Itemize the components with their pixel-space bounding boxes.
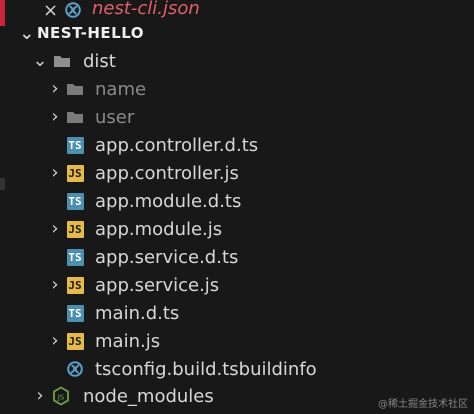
chevron-down-icon: ⌄: [32, 50, 48, 71]
tree-file-app-controller-js[interactable]: › JS app.controller.js: [0, 159, 474, 187]
open-editor-item[interactable]: × nest-cli.json: [0, 0, 474, 22]
file-label: app.service.d.ts: [95, 246, 239, 268]
json-icon: [65, 359, 85, 379]
tree-file-app-module-dts[interactable]: TS app.module.d.ts: [0, 187, 474, 215]
tree-file-app-service-dts[interactable]: TS app.service.d.ts: [0, 243, 474, 271]
ts-badge: TS: [66, 248, 84, 266]
js-badge: JS: [66, 332, 84, 350]
chevron-right-icon: ›: [51, 78, 59, 99]
file-label: app.service.js: [95, 274, 220, 296]
javascript-icon: JS: [65, 219, 85, 239]
tree-folder-user[interactable]: › user: [0, 103, 474, 131]
tree-file-main-dts[interactable]: TS main.d.ts: [0, 299, 474, 327]
chevron-right-icon: ›: [51, 218, 59, 239]
folder-icon: [65, 107, 85, 127]
open-editor-label: nest-cli.json: [92, 0, 200, 19]
tree-file-tsbuildinfo[interactable]: tsconfig.build.tsbuildinfo: [0, 355, 474, 383]
chevron-right-icon: ›: [51, 330, 59, 351]
file-label: app.controller.js: [95, 162, 239, 184]
typescript-icon: TS: [65, 303, 85, 323]
folder-open-icon: [52, 51, 72, 71]
explorer-panel: × nest-cli.json ⌄ NEST-HELLO ⌄ dist › na…: [0, 0, 474, 414]
typescript-icon: TS: [65, 191, 85, 211]
chevron-down-icon: ⌄: [19, 23, 35, 44]
javascript-icon: JS: [65, 163, 85, 183]
close-icon[interactable]: ×: [43, 0, 58, 21]
folder-label: user: [95, 106, 135, 128]
svg-text:JS: JS: [57, 394, 65, 402]
tree-folder-name[interactable]: › name: [0, 75, 474, 103]
ts-badge: TS: [66, 136, 84, 154]
project-title: NEST-HELLO: [37, 24, 144, 42]
file-label: tsconfig.build.tsbuildinfo: [95, 358, 317, 380]
chevron-right-icon: ›: [51, 162, 59, 183]
tree-file-app-service-js[interactable]: › JS app.service.js: [0, 271, 474, 299]
tree-file-main-js[interactable]: › JS main.js: [0, 327, 474, 355]
folder-label: name: [95, 78, 147, 100]
tree-folder-dist[interactable]: ⌄ dist: [0, 47, 474, 75]
js-badge: JS: [66, 164, 84, 182]
file-label: app.module.js: [95, 218, 223, 240]
folder-icon: [65, 79, 85, 99]
json-icon: [63, 0, 83, 20]
nodejs-folder-icon: JS: [52, 386, 70, 406]
chevron-right-icon: ›: [51, 274, 59, 295]
ts-badge: TS: [66, 304, 84, 322]
file-label: main.d.ts: [95, 302, 180, 324]
ts-badge: TS: [66, 192, 84, 210]
javascript-icon: JS: [65, 275, 85, 295]
chevron-right-icon: ›: [36, 385, 44, 406]
tree-file-app-module-js[interactable]: › JS app.module.js: [0, 215, 474, 243]
file-label: app.module.d.ts: [95, 190, 242, 212]
file-label: main.js: [95, 330, 161, 352]
file-label: app.controller.d.ts: [95, 134, 259, 156]
folder-label: node_modules: [83, 385, 214, 407]
watermark-text: @稀土掘金技术社区: [378, 399, 468, 410]
tree-file-app-controller-dts[interactable]: TS app.controller.d.ts: [0, 131, 474, 159]
typescript-icon: TS: [65, 247, 85, 267]
chevron-right-icon: ›: [51, 106, 59, 127]
typescript-icon: TS: [65, 135, 85, 155]
js-badge: JS: [66, 276, 84, 294]
javascript-icon: JS: [65, 331, 85, 351]
folder-label: dist: [83, 50, 116, 72]
js-badge: JS: [66, 220, 84, 238]
project-root[interactable]: ⌄ NEST-HELLO: [0, 22, 474, 46]
